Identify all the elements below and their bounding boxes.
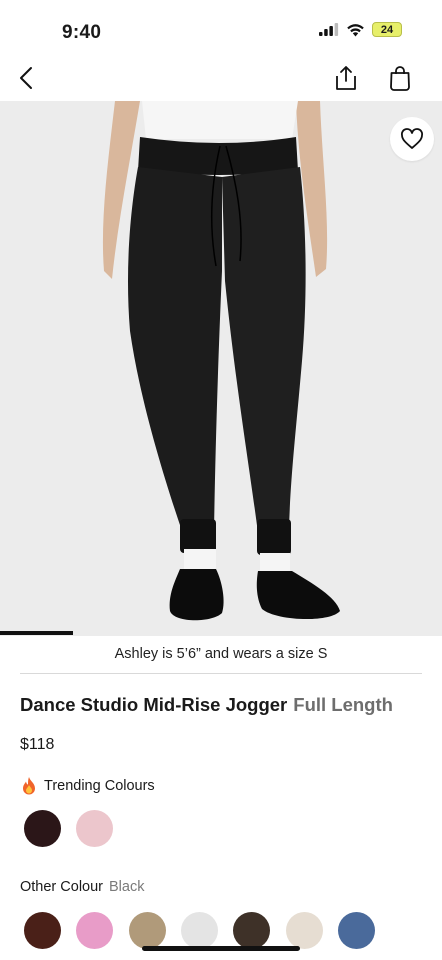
- top-nav: [0, 56, 442, 101]
- trending-swatch-1[interactable]: [24, 810, 61, 847]
- battery-indicator: 24: [372, 22, 402, 37]
- other-colour-swatch-7[interactable]: [337, 912, 375, 949]
- heart-icon: [401, 128, 423, 149]
- trending-swatch-2[interactable]: [76, 810, 113, 847]
- chevron-left-icon[interactable]: [14, 64, 42, 92]
- trending-label: Trending Colours: [44, 778, 155, 794]
- favorite-button[interactable]: [390, 117, 434, 161]
- other-colour-heading: Other Colour Black: [20, 879, 144, 895]
- status-icons: 24: [319, 22, 402, 37]
- gallery-progress: [0, 631, 442, 635]
- other-colour-swatch-1[interactable]: [24, 912, 61, 949]
- product-image[interactable]: [0, 101, 442, 636]
- model-caption: Ashley is 5’6” and wears a size S: [114, 646, 328, 662]
- product-title: Dance Studio Mid-Rise Jogger Full Length: [20, 694, 393, 716]
- shopping-bag-icon[interactable]: [388, 64, 412, 92]
- status-bar: 9:40 24: [0, 0, 442, 56]
- product-price: $118: [20, 736, 55, 753]
- product-name: Dance Studio Mid-Rise Jogger: [20, 694, 288, 715]
- other-colour-label: Other Colour: [20, 879, 104, 895]
- other-colour-swatch-2[interactable]: [76, 912, 114, 949]
- status-time: 9:40: [62, 22, 102, 43]
- other-colour-swatch-3[interactable]: [128, 912, 166, 949]
- other-colour-swatch-6[interactable]: [285, 912, 323, 949]
- trending-colours-heading: Trending Colours: [20, 776, 155, 796]
- cellular-signal-icon: [319, 23, 339, 36]
- other-colour-swatch-5[interactable]: [233, 912, 271, 949]
- fire-emoji-icon: [23, 777, 35, 795]
- divider: [20, 673, 422, 674]
- product-length: Full Length: [293, 694, 393, 715]
- wifi-icon: [347, 23, 364, 36]
- selected-colour: Black: [109, 879, 145, 895]
- other-colour-swatch-4[interactable]: [180, 912, 218, 949]
- share-icon[interactable]: [334, 64, 358, 92]
- home-indicator: [142, 946, 300, 951]
- product-photo: [0, 101, 442, 636]
- gallery-progress-fill: [0, 631, 73, 635]
